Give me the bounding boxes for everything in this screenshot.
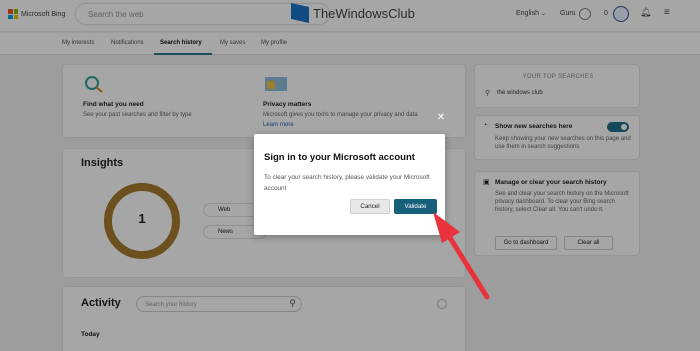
red-arrow-annotation bbox=[433, 212, 490, 300]
